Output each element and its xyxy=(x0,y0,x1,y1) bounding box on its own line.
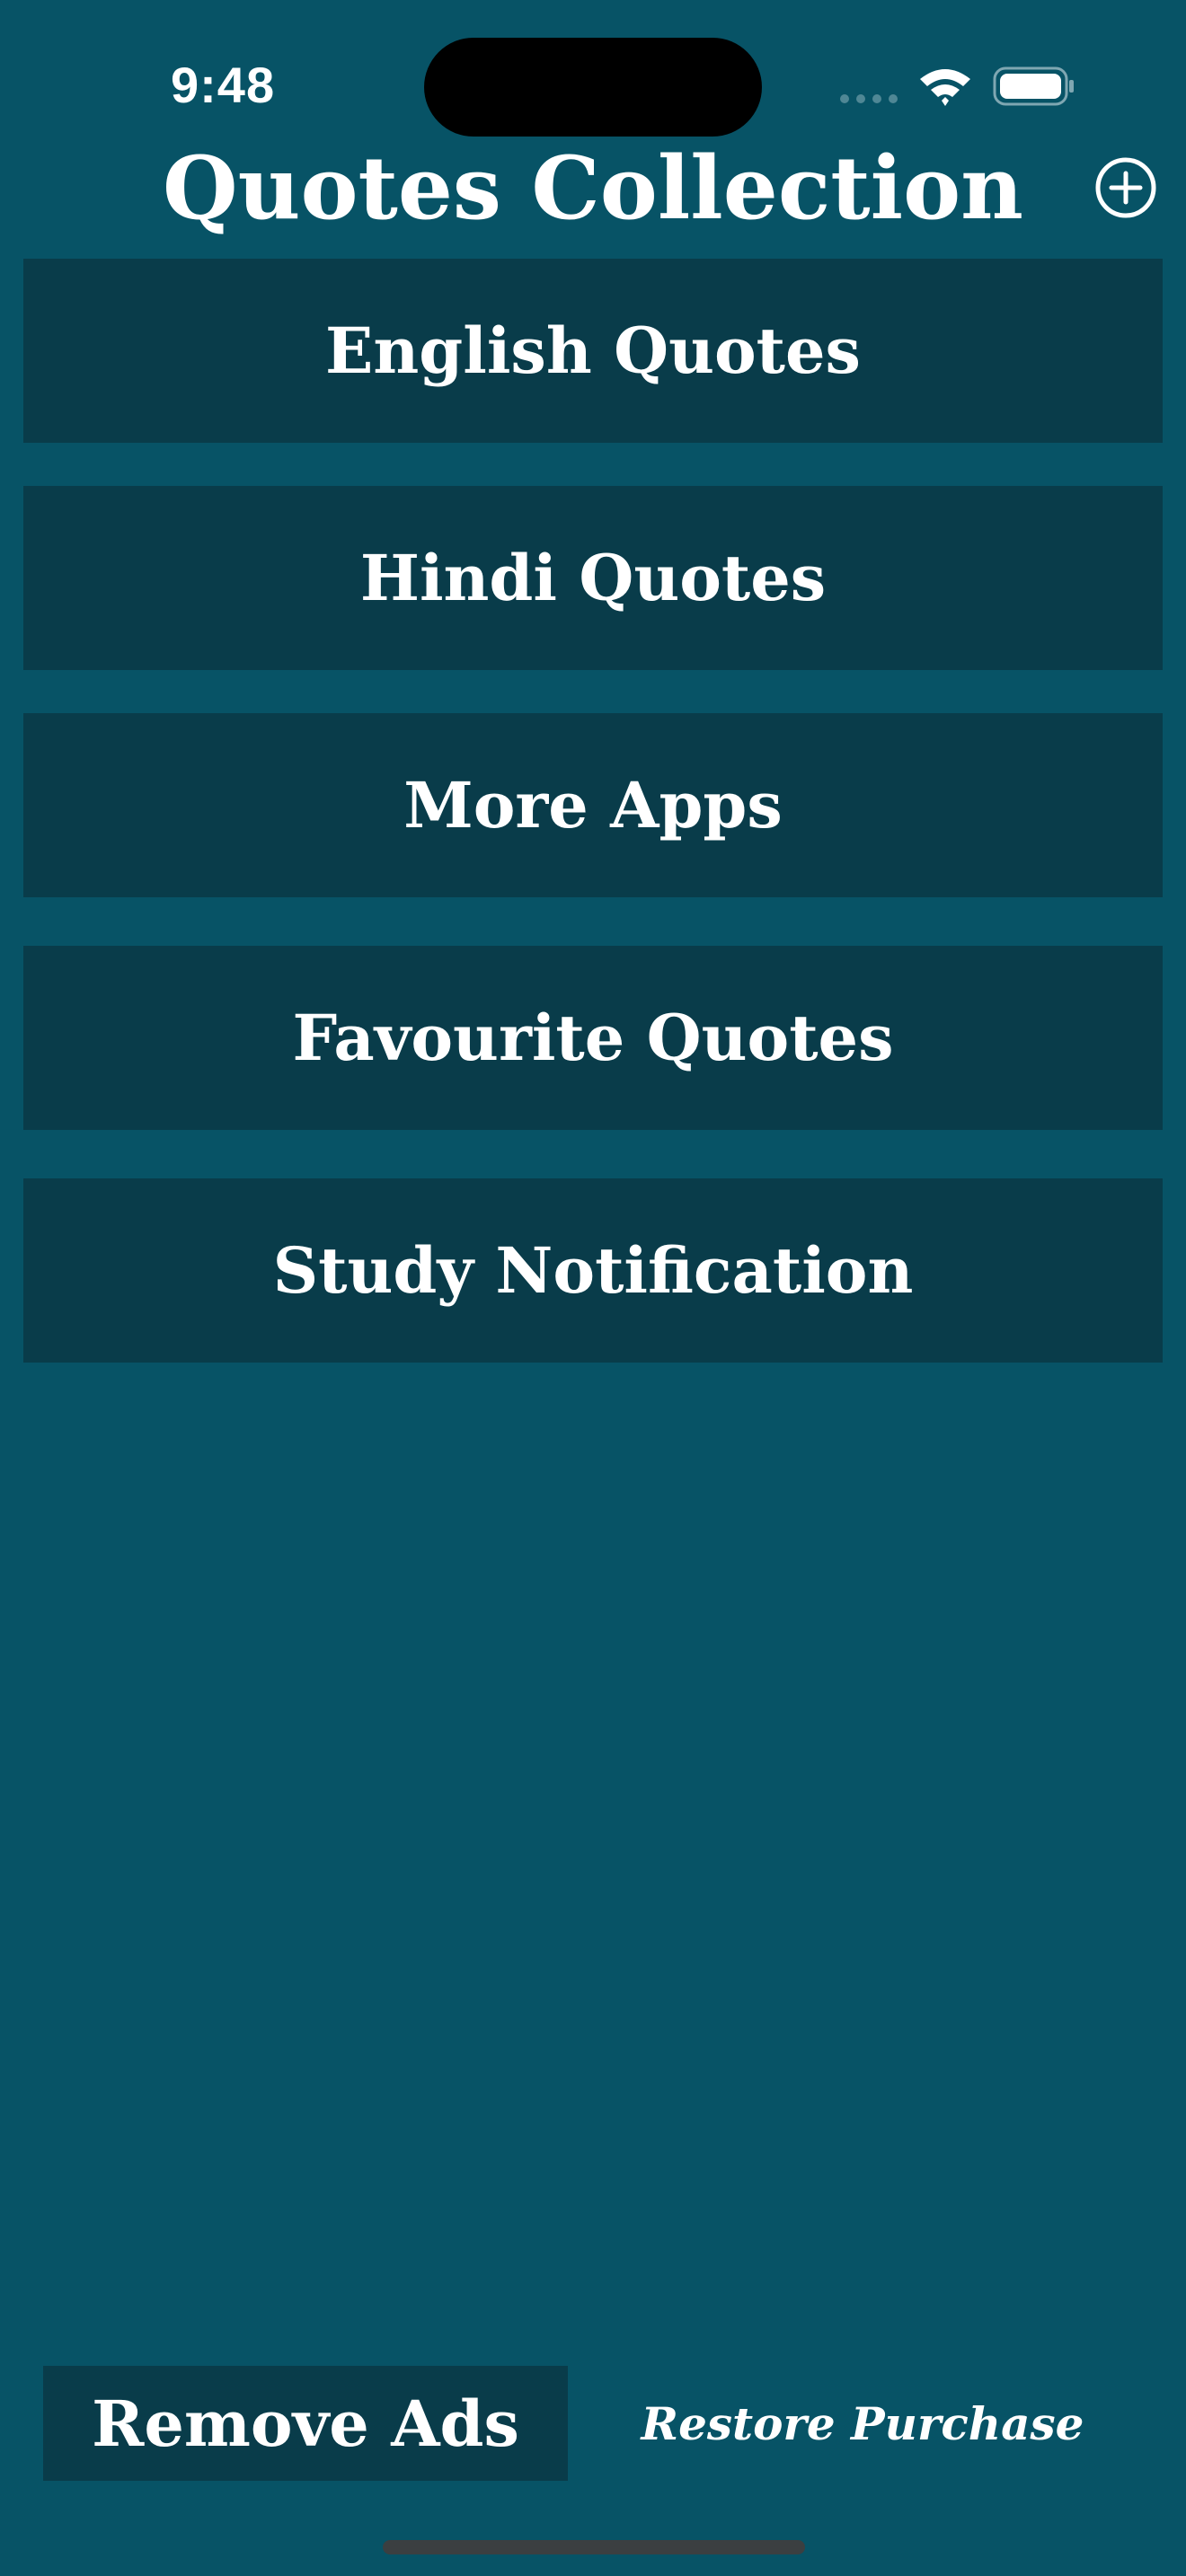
remove-ads-label: Remove Ads xyxy=(92,2386,519,2461)
hindi-quotes-button[interactable]: Hindi Quotes xyxy=(23,486,1163,670)
menu-item-label: Hindi Quotes xyxy=(359,541,827,615)
wifi-icon xyxy=(920,69,970,106)
remove-ads-button[interactable]: Remove Ads xyxy=(43,2366,568,2481)
cellular-signal-icon xyxy=(840,94,898,103)
english-quotes-button[interactable]: English Quotes xyxy=(23,259,1163,443)
restore-purchase-link[interactable]: Restore Purchase xyxy=(629,2366,1096,2481)
favourite-quotes-button[interactable]: Favourite Quotes xyxy=(23,946,1163,1130)
menu-item-label: More Apps xyxy=(403,768,783,842)
dynamic-island xyxy=(424,38,762,137)
restore-purchase-label: Restore Purchase xyxy=(641,2396,1084,2450)
study-notification-button[interactable]: Study Notification xyxy=(23,1178,1163,1363)
footer: Remove Ads Restore Purchase xyxy=(0,2366,1186,2481)
battery-icon xyxy=(993,66,1074,106)
menu-item-label: Study Notification xyxy=(272,1233,914,1308)
menu-item-label: Favourite Quotes xyxy=(292,1001,894,1075)
plus-circle-icon xyxy=(1095,157,1156,218)
menu-item-label: English Quotes xyxy=(325,313,861,388)
more-apps-button[interactable]: More Apps xyxy=(23,713,1163,897)
add-button[interactable] xyxy=(1094,156,1157,219)
page-title: Quotes Collection xyxy=(163,137,1023,239)
home-indicator[interactable] xyxy=(383,2540,805,2554)
status-bar: 9:48 xyxy=(0,0,1186,137)
status-time: 9:48 xyxy=(171,57,276,113)
